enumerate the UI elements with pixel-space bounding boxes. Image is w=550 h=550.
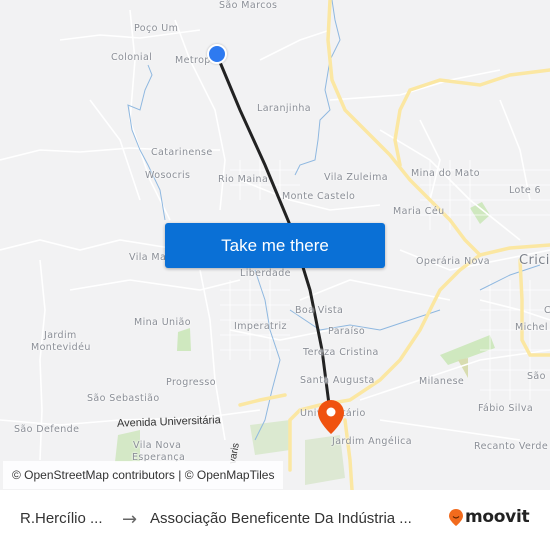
place-label: Fábio Silva [478, 403, 534, 414]
place-label: Santa Augusta [300, 375, 375, 386]
place-label: Maria Céu [393, 206, 445, 217]
place-label: Boa Vista [295, 305, 344, 316]
place-label: Jardim Angélica [332, 436, 413, 447]
place-label: Colonial [111, 52, 153, 63]
place-label: Wosocris [145, 170, 191, 181]
place-label: São Defende [14, 424, 80, 435]
place-label: São Marcos [219, 0, 278, 11]
place-label: Vila Zuleima [324, 172, 388, 183]
moovit-wordmark: moovit [465, 507, 530, 527]
moovit-logo[interactable]: moovit [449, 507, 530, 527]
place-label: Milanese [419, 376, 465, 387]
place-label: Recanto Verde [474, 441, 549, 452]
place-label: Catarinense [151, 147, 213, 158]
moovit-pin-icon [449, 508, 463, 526]
place-label: Paraíso [328, 326, 366, 337]
place-label: Liberdade [240, 268, 291, 279]
place-label: Monte Castelo [282, 191, 356, 202]
place-label: Mina do Mato [411, 168, 480, 179]
place-label: Rio Maina [218, 174, 269, 185]
place-label: Laranjinha [257, 103, 312, 114]
place-label-city: Cricium [519, 253, 550, 268]
place-label: Vila Ma [129, 252, 167, 263]
place-label: Metrop [175, 55, 211, 66]
destination-pin-icon[interactable] [318, 400, 344, 434]
place-label: Lote 6 [509, 185, 541, 196]
place-label: Imperatriz [234, 321, 287, 332]
park-area [177, 328, 191, 351]
arrow-right-icon: → [122, 509, 138, 530]
map[interactable]: São Marcos Poço Um Colonial Metrop Laran… [0, 0, 550, 490]
place-label: C [544, 305, 550, 316]
take-me-there-button[interactable]: Take me there [165, 223, 385, 268]
place-label: Operária Nova [416, 256, 491, 267]
place-label: São Sebastião [87, 393, 160, 404]
place-label: Tereza Cristina [303, 347, 379, 358]
place-label: Vila Nova [133, 440, 182, 451]
destination-name: Associação Beneficente Da Indústria ... [150, 510, 412, 527]
place-label: Mina União [134, 317, 191, 328]
place-label: Michel [515, 322, 548, 333]
place-label: Jardim [44, 330, 77, 341]
route-footer: R.Hercílio ... → Associação Beneficente … [0, 490, 550, 550]
origin-marker[interactable] [207, 44, 227, 64]
place-label: São [527, 371, 546, 382]
map-attribution[interactable]: © OpenStreetMap contributors | © OpenMap… [3, 461, 284, 489]
origin-stop-name: R.Hercílio ... [20, 510, 103, 527]
park-area [458, 358, 468, 378]
place-label: Progresso [166, 377, 216, 388]
place-label: Montevidéu [31, 342, 91, 353]
place-label: Poço Um [134, 23, 179, 34]
